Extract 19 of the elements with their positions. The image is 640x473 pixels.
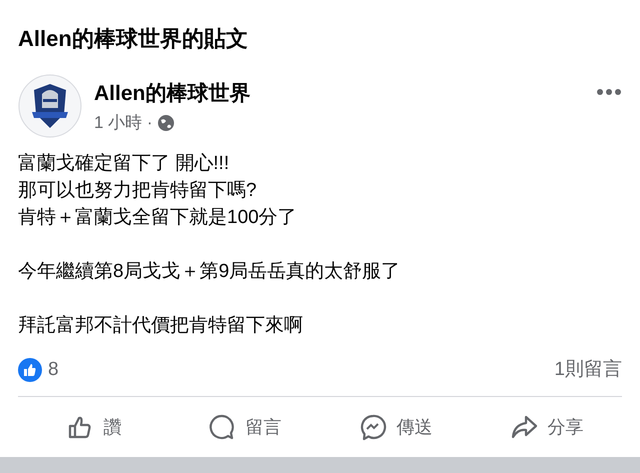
post-text: 拜託富邦不計代價把肯特留下來啊 <box>18 314 304 338</box>
share-arrow-icon <box>510 413 538 441</box>
author-name[interactable]: Allen的棒球世界 <box>94 80 596 108</box>
more-options-icon[interactable] <box>596 88 622 96</box>
avatar-logo-icon[interactable] <box>18 74 82 138</box>
post-time[interactable]: 1 小時 · <box>94 110 153 136</box>
speech-bubble-icon <box>208 413 236 441</box>
post-text: 今年繼續第8局戈戈＋第9局岳岳真的太舒服了 <box>18 260 402 284</box>
page-title: Allen的棒球世界的貼文 <box>18 24 248 52</box>
comment-count[interactable]: 1則留言 <box>554 356 622 384</box>
post-text: 富蘭戈確定留下了 開心!!! 那可以也努力把肯特留下嗎? 肯特＋富蘭戈全留下就是100分了 <box>18 152 298 230</box>
comment-action[interactable]: 留言 <box>169 407 320 447</box>
like-reaction-icon[interactable] <box>18 358 42 382</box>
globe-icon <box>156 114 175 132</box>
reaction-count[interactable]: 8 <box>48 356 59 384</box>
like-action[interactable]: 讚 <box>18 407 169 447</box>
share-action[interactable]: 分享 <box>471 407 622 447</box>
messenger-icon <box>358 413 386 441</box>
send-action[interactable]: 傳送 <box>320 407 471 447</box>
